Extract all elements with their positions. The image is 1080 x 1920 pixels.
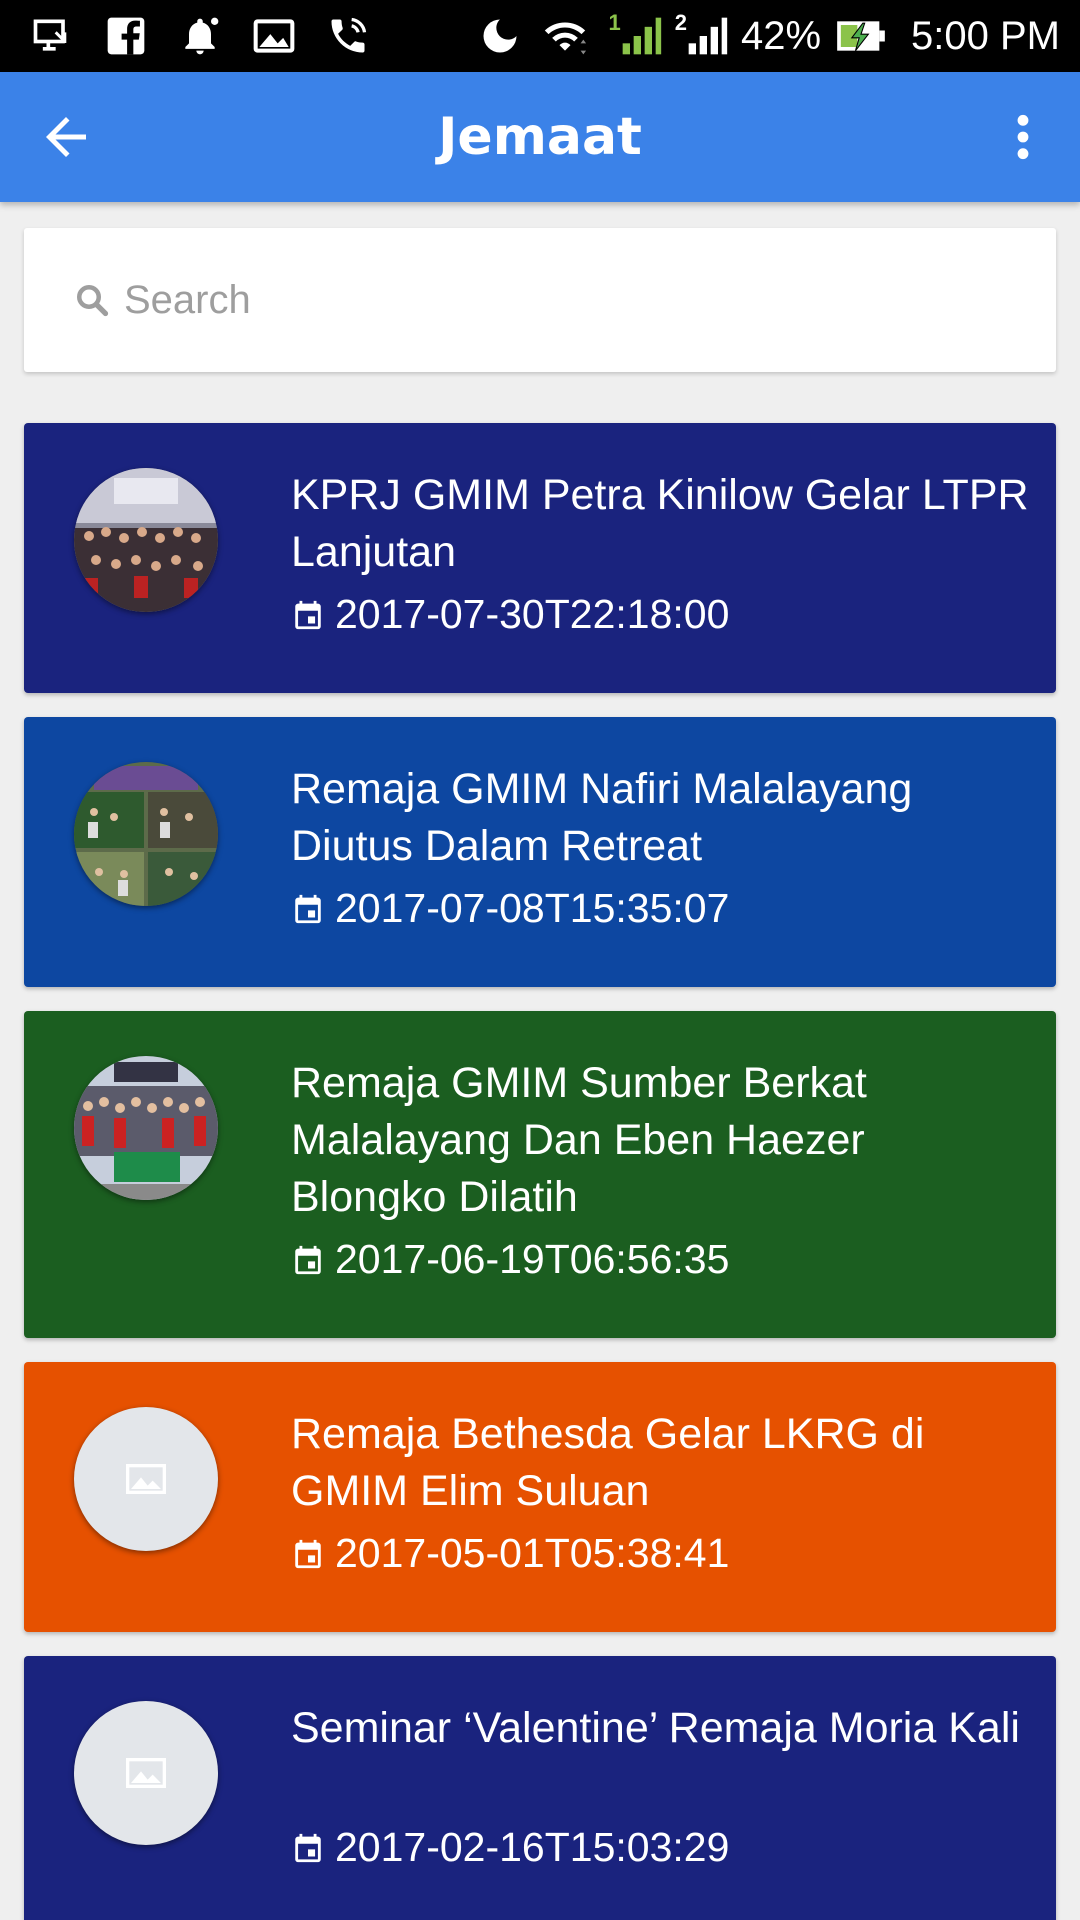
- status-icons-left: [30, 12, 370, 60]
- post-title: Seminar ‘Valentine’ Remaja Moria Kali: [291, 1704, 1020, 1752]
- post-thumbnail-placeholder: [74, 1407, 218, 1551]
- post-date: 2017-02-16T15:03:29: [291, 1824, 729, 1871]
- post-date-text: 2017-05-01T05:38:41: [335, 1530, 730, 1576]
- facebook-icon: [107, 17, 145, 55]
- arrow-back-icon[interactable]: [36, 107, 96, 167]
- signal-sim2-icon: [688, 17, 728, 55]
- wifi-call-icon: [331, 17, 367, 53]
- post-date-text: 2017-07-08T15:35:07: [335, 885, 730, 931]
- clock: 5:00 PM: [911, 13, 1060, 58]
- do-not-disturb-moon-icon: [483, 19, 517, 53]
- post-title: Remaja GMIM Sumber Berkat Malalayang Dan…: [291, 1059, 867, 1221]
- post-date-text: 2017-07-30T22:18:00: [335, 591, 730, 637]
- post-title: Remaja GMIM Nafiri Malalayang Diutus Dal…: [291, 765, 913, 870]
- post-card[interactable]: Seminar ‘Valentine’ Remaja Moria Kali 20…: [24, 1656, 1056, 1920]
- search-bar[interactable]: [24, 228, 1056, 372]
- post-thumbnail: [74, 762, 218, 906]
- post-title: Remaja Bethesda Gelar LKRG di GMIM Elim …: [291, 1410, 925, 1515]
- post-card[interactable]: Remaja GMIM Nafiri Malalayang Diutus Dal…: [24, 717, 1056, 987]
- post-date: 2017-05-01T05:38:41: [291, 1530, 729, 1577]
- search-input[interactable]: [124, 264, 1004, 336]
- image-icon: [253, 19, 295, 53]
- calendar-icon: [295, 1245, 321, 1274]
- status-bar: 1 2 42% 5:00 PM: [0, 0, 1080, 72]
- wifi-icon: [545, 22, 587, 55]
- app-bar: Jemaat: [0, 72, 1080, 202]
- battery-charging-icon: [837, 21, 885, 52]
- status-icons-right: 1 2 42% 5:00 PM: [478, 0, 1060, 72]
- calendar-icon: [295, 894, 321, 923]
- post-thumbnail-placeholder: [74, 1701, 218, 1845]
- signal-sim1-icon: [622, 17, 661, 55]
- page-title: Jemaat: [438, 107, 642, 167]
- post-card[interactable]: KPRJ GMIM Petra Kinilow Gelar LTPR Lanju…: [24, 423, 1056, 693]
- post-card[interactable]: Remaja Bethesda Gelar LKRG di GMIM Elim …: [24, 1362, 1056, 1632]
- image-placeholder-icon: [126, 1758, 166, 1788]
- calendar-icon: [295, 1833, 321, 1862]
- post-thumbnail: [74, 468, 218, 612]
- post-title: KPRJ GMIM Petra Kinilow Gelar LTPR Lanju…: [291, 471, 1029, 576]
- post-date-text: 2017-02-16T15:03:29: [335, 1824, 730, 1870]
- calendar-icon: [295, 1539, 321, 1568]
- post-date: 2017-06-19T06:56:35: [291, 1236, 729, 1283]
- post-date-text: 2017-06-19T06:56:35: [335, 1236, 730, 1282]
- notification-bell-icon: [185, 17, 219, 55]
- image-placeholder-icon: [126, 1464, 166, 1494]
- post-card[interactable]: Remaja GMIM Sumber Berkat Malalayang Dan…: [24, 1011, 1056, 1338]
- more-vert-icon[interactable]: [1006, 112, 1040, 162]
- search-icon: [77, 285, 109, 317]
- post-thumbnail: [74, 1056, 218, 1200]
- calendar-icon: [295, 600, 321, 629]
- battery-percent: 42%: [740, 13, 822, 58]
- screen-cast-icon: [33, 19, 67, 51]
- post-date: 2017-07-30T22:18:00: [291, 591, 729, 638]
- post-date: 2017-07-08T15:35:07: [291, 885, 729, 932]
